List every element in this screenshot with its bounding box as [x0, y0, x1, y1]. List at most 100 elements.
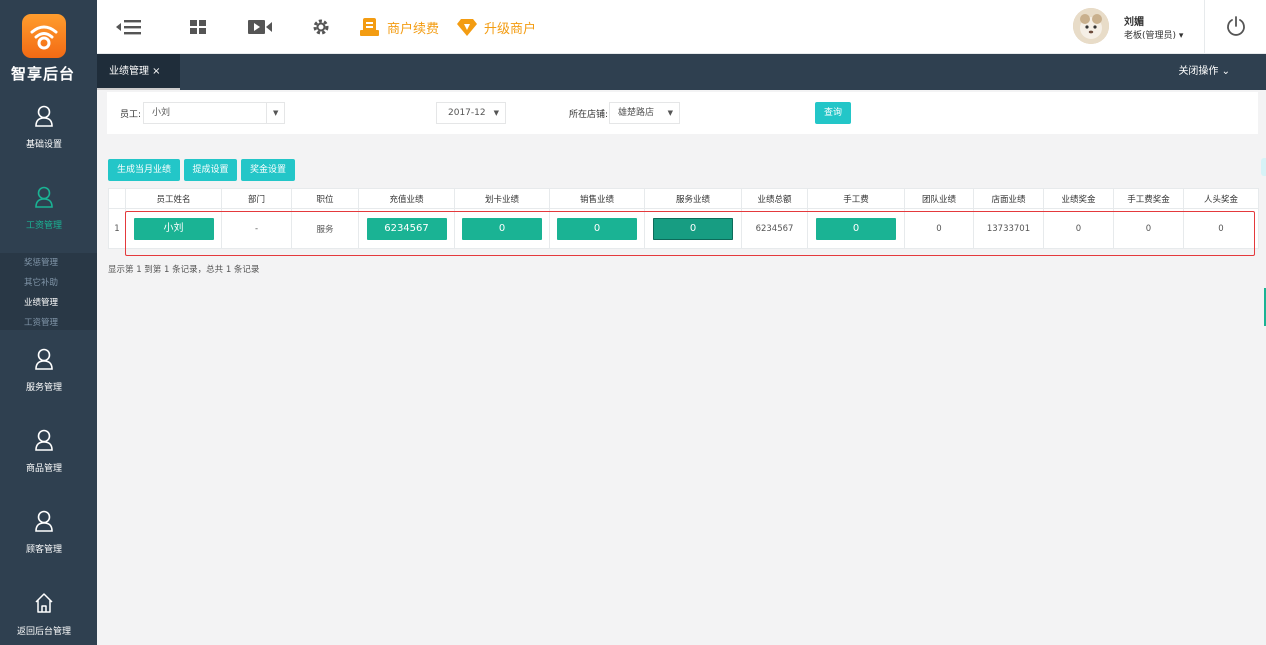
salary-submenu: 奖惩管理 其它补助 业绩管理 工资管理: [0, 253, 97, 330]
bonus-settings-button[interactable]: 奖金设置: [241, 159, 295, 181]
user-name[interactable]: 刘媚: [1124, 13, 1144, 28]
row-index: 1: [108, 208, 126, 249]
grid-icon[interactable]: [187, 16, 209, 38]
sales-performance-button[interactable]: 0: [557, 217, 637, 240]
tab-performance-management[interactable]: 业绩管理 ×: [97, 54, 180, 90]
sidebar-item-label: 商品管理: [25, 464, 62, 474]
column-header[interactable]: 服务业绩: [644, 188, 742, 209]
column-header[interactable]: 充值业绩: [358, 188, 455, 209]
cell-recharge: 6234567: [358, 208, 455, 249]
performance-table: 员工姓名 部门 职位 充值业绩 划卡业绩 销售业绩 服务业绩 业绩总额 手工费 …: [108, 188, 1259, 249]
brand-name: 智享后台: [10, 65, 75, 83]
video-icon[interactable]: [247, 16, 273, 38]
employee-select[interactable]: 小刘 ▼: [143, 102, 285, 124]
sidebar-item-label: 基础设置: [25, 140, 62, 150]
cell-name: 小刘: [125, 208, 222, 249]
cell-handwork-bonus: 0: [1113, 208, 1184, 249]
cell-head-bonus: 0: [1183, 208, 1259, 249]
column-header[interactable]: 职位: [291, 188, 359, 209]
renew-icon[interactable]: [359, 16, 381, 38]
handwork-fee-button[interactable]: 0: [816, 217, 896, 240]
tab-bar: 业绩管理 × 关闭操作 ⌄: [97, 54, 1266, 90]
avatar[interactable]: [1073, 8, 1109, 44]
column-header[interactable]: 店面业绩: [973, 188, 1044, 209]
caret-down-icon: ▼: [667, 109, 673, 117]
caret-down-icon: ▼: [493, 109, 499, 117]
cell-store: 13733701: [973, 208, 1044, 249]
sidebar-item-label: 返回后台管理: [16, 627, 71, 637]
sidebar-item-basic-settings[interactable]: 基础设置: [0, 105, 97, 185]
filter-panel: 员工: 小刘 ▼ 2017-12 ▼ 所在店铺: 雄楚路店 ▼ 查询: [107, 92, 1258, 134]
submenu-item-salary[interactable]: 工资管理: [0, 313, 97, 333]
pagination-info: 显示第 1 到第 1 条记录，总共 1 条记录: [108, 265, 260, 275]
cell-card: 0: [454, 208, 550, 249]
wifi-logo-icon: [22, 14, 66, 58]
sidebar-item-label: 顾客管理: [25, 545, 62, 555]
column-header[interactable]: 业绩奖金: [1043, 188, 1114, 209]
user-icon: [35, 429, 53, 451]
column-header[interactable]: 划卡业绩: [454, 188, 550, 209]
sidebar-item-label: 工资管理: [25, 221, 62, 231]
logo: 智享后台: [0, 0, 97, 90]
cell-team: 0: [904, 208, 974, 249]
store-select[interactable]: 雄楚路店 ▼: [609, 102, 680, 124]
user-icon: [35, 348, 53, 370]
power-icon[interactable]: [1225, 15, 1247, 37]
sidebar-item-label: 服务管理: [25, 383, 62, 393]
column-header[interactable]: 员工姓名: [125, 188, 222, 209]
column-header[interactable]: 部门: [221, 188, 292, 209]
home-icon: [35, 593, 53, 613]
cell-position: 服务: [291, 208, 359, 249]
cell-total: 6234567: [741, 208, 808, 249]
recharge-performance-button[interactable]: 6234567: [366, 217, 447, 240]
column-header[interactable]: 业绩总额: [741, 188, 808, 209]
cell-perf-bonus: 0: [1043, 208, 1114, 249]
month-select-value: 2017-12: [448, 108, 486, 118]
employee-label: 员工:: [120, 110, 142, 120]
sidebar-item-product-management[interactable]: 商品管理: [0, 429, 97, 509]
cell-service: 0: [644, 208, 742, 249]
user-role-dropdown[interactable]: 老板(管理员) ▾: [1124, 28, 1183, 41]
submenu-item-rewards[interactable]: 奖惩管理: [0, 253, 97, 273]
menu-toggle-icon[interactable]: [115, 16, 143, 38]
service-performance-button[interactable]: 0: [653, 217, 733, 240]
renew-link[interactable]: 商户续费: [387, 18, 439, 37]
submenu-item-subsidy[interactable]: 其它补助: [0, 273, 97, 293]
store-select-value: 雄楚路店: [618, 108, 655, 118]
diamond-icon[interactable]: [456, 16, 478, 38]
column-header[interactable]: 团队业绩: [904, 188, 974, 209]
cell-sales: 0: [549, 208, 645, 249]
user-icon: [35, 510, 53, 532]
side-tab[interactable]: [1261, 158, 1266, 176]
sidebar-item-service-management[interactable]: 服务管理: [0, 348, 97, 428]
column-header[interactable]: 人头奖金: [1183, 188, 1259, 209]
card-performance-button[interactable]: 0: [462, 217, 542, 240]
table-header-row: 员工姓名 部门 职位 充值业绩 划卡业绩 销售业绩 服务业绩 业绩总额 手工费 …: [108, 188, 1259, 209]
column-header-index: [108, 188, 126, 209]
top-navbar: 商户续费 升级商户 刘媚 老板(管理员) ▾: [97, 0, 1266, 54]
employee-select-value: 小刘: [152, 108, 171, 118]
gear-icon[interactable]: [310, 16, 332, 38]
table-row: 1 小刘 - 服务 6234567 0 0 0 6234567 0 0 1373…: [108, 208, 1259, 249]
column-header[interactable]: 手工费: [807, 188, 905, 209]
user-icon: [35, 105, 53, 127]
column-header[interactable]: 销售业绩: [549, 188, 645, 209]
caret-down-icon: ▼: [266, 103, 284, 123]
store-label: 所在店铺:: [569, 110, 609, 120]
commission-settings-button[interactable]: 提成设置: [184, 159, 237, 181]
submenu-item-performance[interactable]: 业绩管理: [0, 293, 97, 313]
employee-name-button[interactable]: 小刘: [133, 217, 214, 240]
sidebar: 智享后台 基础设置 工资管理 奖惩管理 其它补助 业绩管理 工资管理 服务管理 …: [0, 0, 97, 645]
divider: [1204, 0, 1205, 54]
column-header[interactable]: 手工费奖金: [1113, 188, 1184, 209]
query-button[interactable]: 查询: [815, 102, 851, 124]
sidebar-item-customer-management[interactable]: 顾客管理: [0, 510, 97, 590]
cell-department: -: [221, 208, 292, 249]
upgrade-link[interactable]: 升级商户: [484, 18, 536, 37]
sidebar-item-back-to-admin[interactable]: 返回后台管理: [0, 592, 97, 642]
generate-monthly-performance-button[interactable]: 生成当月业绩: [108, 159, 180, 181]
month-select[interactable]: 2017-12 ▼: [436, 102, 506, 124]
close-operations-dropdown[interactable]: 关闭操作 ⌄: [1178, 54, 1230, 90]
cell-handwork: 0: [807, 208, 905, 249]
user-icon: [35, 186, 53, 208]
